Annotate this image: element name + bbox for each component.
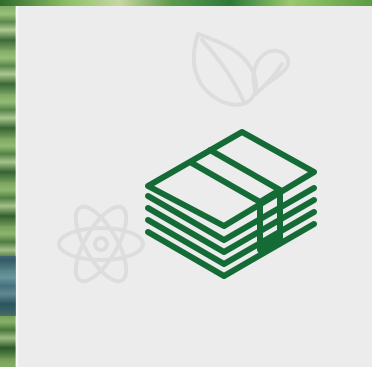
screenshot-frame: [0, 0, 372, 367]
icon-panel: [18, 6, 372, 367]
left-image-strip: [0, 6, 16, 367]
money-stack-icon: [145, 129, 317, 279]
leaf-icon: [191, 32, 291, 107]
